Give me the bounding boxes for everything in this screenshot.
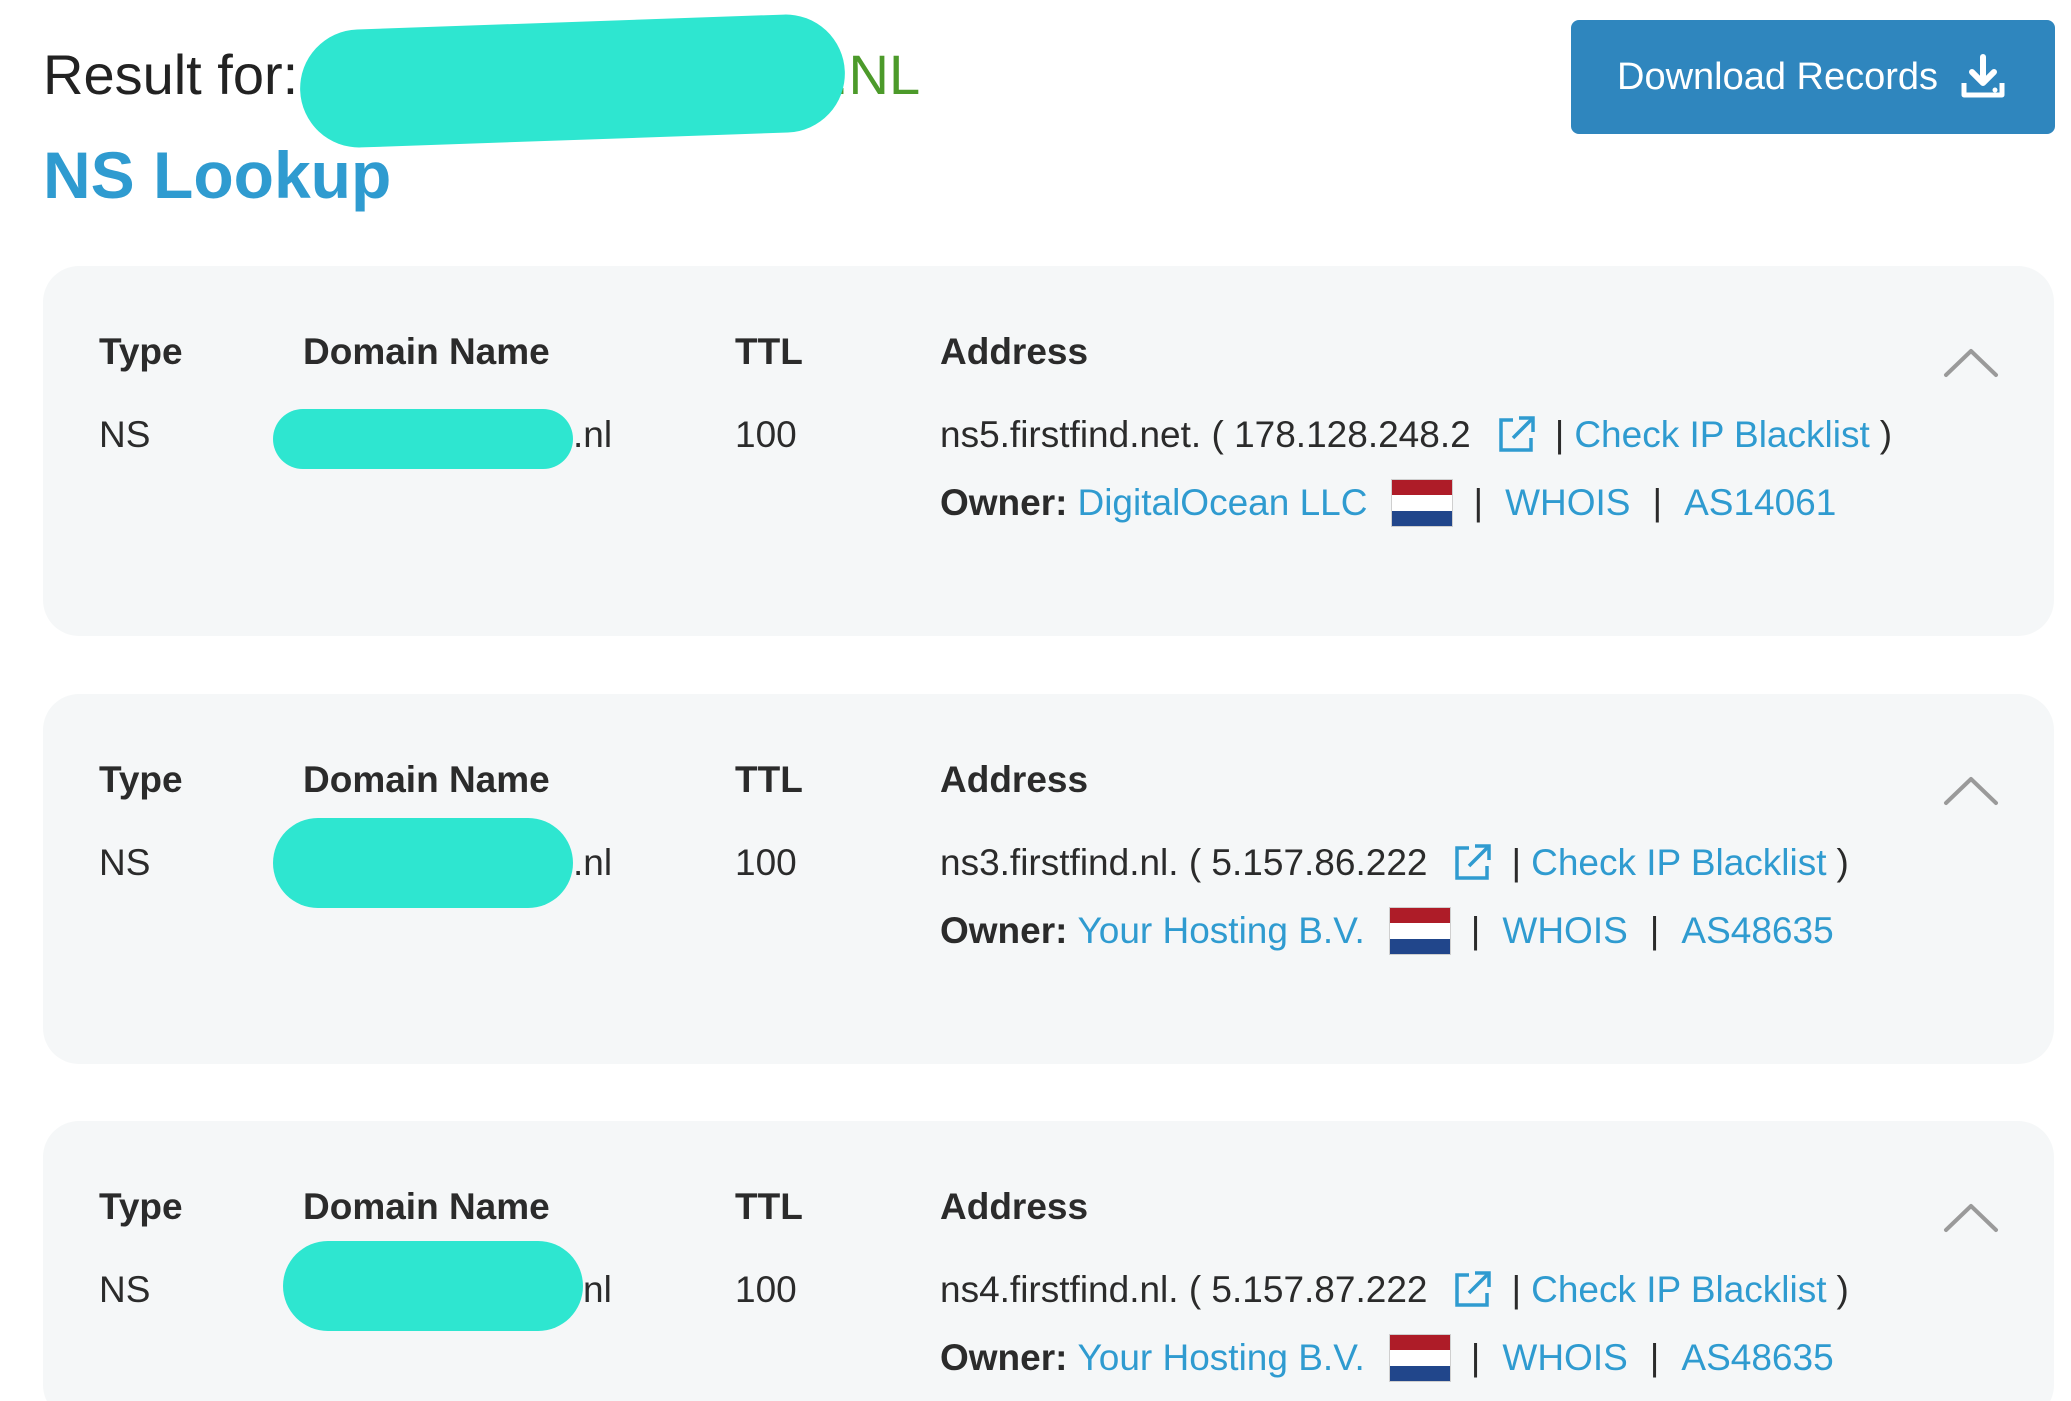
record-card: Type Domain Name TTL Address NS .nl 100 … (43, 694, 2054, 1064)
chevron-up-icon[interactable] (1943, 774, 1999, 806)
header-domain-name: Domain Name (303, 1186, 550, 1227)
whois-link[interactable]: WHOIS (1505, 482, 1630, 524)
address-line: ns5.firstfind.net. ( 178.128.248.2 | Che… (940, 414, 1892, 456)
header-address: Address (940, 1186, 1089, 1227)
header-address: Address (940, 331, 1089, 372)
result-tld: .NL (833, 43, 921, 106)
asn-link[interactable]: AS14061 (1684, 482, 1836, 524)
chevron-up-icon[interactable] (1943, 346, 1999, 378)
header-type: Type (99, 759, 183, 800)
asn-link[interactable]: AS48635 (1681, 1337, 1833, 1379)
domain-suffix: nl (583, 1269, 612, 1310)
record-host: ns4.firstfind.nl. ( 5.157.87.222 (940, 1269, 1428, 1310)
redaction-mark (298, 12, 847, 150)
external-link-icon[interactable] (1495, 414, 1537, 456)
separator: | (1649, 1337, 1660, 1378)
whois-link[interactable]: WHOIS (1502, 910, 1627, 952)
result-label: Result for: (43, 43, 299, 106)
external-link-icon[interactable] (1451, 842, 1493, 884)
header-type: Type (99, 331, 183, 372)
record-ttl: 100 (735, 842, 797, 883)
closing-paren: ) (1836, 1269, 1849, 1310)
owner-line: Owner: Your Hosting B.V. | WHOIS | AS486… (940, 907, 1834, 955)
owner-link[interactable]: DigitalOcean LLC (1077, 482, 1367, 524)
record-ttl: 100 (735, 1269, 797, 1310)
header-ttl: TTL (735, 759, 803, 800)
separator: | (1470, 910, 1481, 951)
closing-paren: ) (1879, 414, 1893, 455)
record-card: Type Domain Name TTL Address NS nl 100 n… (43, 1121, 2054, 1401)
redaction-mark (273, 409, 573, 469)
check-ip-blacklist-link[interactable]: Check IP Blacklist (1531, 1269, 1826, 1311)
page-title: NS Lookup (43, 138, 392, 212)
record-host: ns5.firstfind.net. ( 178.128.248.2 (940, 414, 1471, 455)
header-domain-name: Domain Name (303, 759, 550, 800)
whois-link[interactable]: WHOIS (1502, 1337, 1627, 1379)
header-address: Address (940, 759, 1089, 800)
chevron-up-icon[interactable] (1943, 1201, 1999, 1233)
domain-suffix: .nl (573, 414, 613, 455)
owner-label: Owner: (940, 482, 1068, 523)
header-ttl: TTL (735, 1186, 803, 1227)
separator: | (1649, 910, 1660, 951)
owner-link[interactable]: Your Hosting B.V. (1077, 1337, 1364, 1379)
external-link-icon[interactable] (1451, 1269, 1493, 1311)
asn-link[interactable]: AS48635 (1681, 910, 1833, 952)
separator: | (1470, 1337, 1481, 1378)
record-card: Type Domain Name TTL Address NS .nl 100 … (43, 266, 2054, 636)
separator: | (1554, 414, 1565, 455)
record-type: NS (99, 1269, 151, 1310)
record-host: ns3.firstfind.nl. ( 5.157.86.222 (940, 842, 1428, 883)
owner-line: Owner: DigitalOcean LLC | WHOIS | AS1406… (940, 479, 1836, 527)
separator: | (1511, 1269, 1522, 1310)
header-ttl: TTL (735, 331, 803, 372)
record-ttl: 100 (735, 414, 797, 455)
owner-label: Owner: (940, 910, 1068, 951)
record-type: NS (99, 414, 151, 455)
separator: | (1473, 482, 1484, 523)
record-type: NS (99, 842, 151, 883)
owner-label: Owner: (940, 1337, 1068, 1378)
separator: | (1652, 482, 1663, 523)
header-type: Type (99, 1186, 183, 1227)
header-domain-name: Domain Name (303, 331, 550, 372)
netherlands-flag-icon (1388, 1334, 1451, 1382)
separator: | (1511, 842, 1522, 883)
closing-paren: ) (1836, 842, 1849, 883)
download-records-button[interactable]: Download Records (1571, 20, 2055, 134)
owner-link[interactable]: Your Hosting B.V. (1077, 910, 1364, 952)
domain-suffix: .nl (573, 842, 613, 883)
owner-line: Owner: Your Hosting B.V. | WHOIS | AS486… (940, 1334, 1834, 1382)
download-records-label: Download Records (1617, 55, 1939, 98)
redaction-mark (273, 818, 573, 908)
address-line: ns4.firstfind.nl. ( 5.157.87.222 | Check… (940, 1269, 1849, 1311)
download-icon (1961, 54, 2005, 98)
check-ip-blacklist-link[interactable]: Check IP Blacklist (1574, 414, 1869, 456)
address-line: ns3.firstfind.nl. ( 5.157.86.222 | Check… (940, 842, 1849, 884)
ns-lookup-page: Result for: .NL NS Lookup Download Recor… (0, 0, 2071, 1401)
check-ip-blacklist-link[interactable]: Check IP Blacklist (1531, 842, 1826, 884)
redaction-mark (283, 1241, 583, 1331)
netherlands-flag-icon (1388, 907, 1451, 955)
netherlands-flag-icon (1391, 479, 1454, 527)
